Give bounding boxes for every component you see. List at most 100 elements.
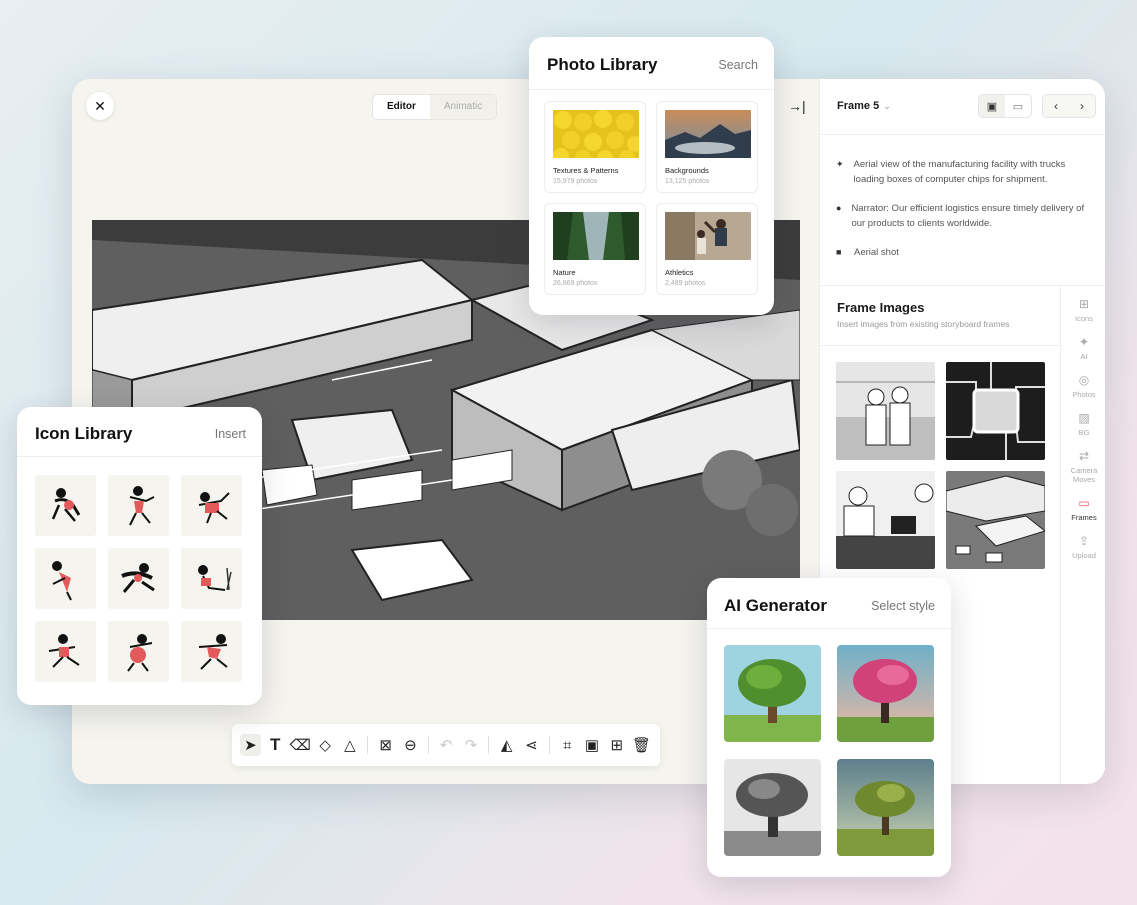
- text-icon[interactable]: T: [265, 734, 286, 756]
- sitting-person-icon[interactable]: [181, 548, 242, 609]
- ai-generator-title: AI Generator: [724, 596, 827, 615]
- sprinting-person-icon[interactable]: [108, 548, 169, 609]
- microphone-icon: ●: [836, 203, 842, 213]
- ai-generator-card: AI Generator Select style: [707, 578, 951, 877]
- photo-category-tile[interactable]: Nature 26,869 photos: [544, 203, 646, 295]
- athletics-thumbnail: [665, 212, 751, 260]
- ai-results-grid: [724, 645, 934, 856]
- note-camera[interactable]: ■ Aerial shot: [836, 245, 1094, 260]
- skew-icon[interactable]: ⋖: [521, 734, 542, 756]
- frame-image-thumbnail[interactable]: [946, 362, 1045, 460]
- skipping-person-icon[interactable]: [108, 621, 169, 682]
- flip-icon[interactable]: ◭: [496, 734, 517, 756]
- close-button[interactable]: ✕: [86, 92, 114, 120]
- photo-category-tile[interactable]: Textures & Patterns 15,979 photos: [544, 101, 646, 193]
- frame-header: Frame 5 ⌄ ▣ ▭ ‹ ›: [820, 79, 1105, 135]
- dancing-person-icon[interactable]: [108, 475, 169, 536]
- frame-selector[interactable]: Frame 5 ⌄: [837, 100, 891, 112]
- select-style-button[interactable]: Select style: [871, 599, 935, 613]
- next-frame-icon[interactable]: ›: [1069, 95, 1095, 117]
- divider: [820, 345, 1060, 346]
- insert-icon-button[interactable]: Insert: [215, 427, 246, 441]
- rail-label: Icons: [1075, 314, 1093, 323]
- rail-label: Upload: [1072, 551, 1096, 560]
- circuit-chip-sketch: [946, 362, 1045, 460]
- icon-library-card: Icon Library Insert: [17, 407, 262, 705]
- ai-result-image[interactable]: [837, 645, 934, 742]
- toolbar-divider: [427, 736, 429, 754]
- rail-photos[interactable]: ◎ Photos: [1061, 373, 1105, 399]
- category-name: Backgrounds: [665, 166, 709, 175]
- photo-search-button[interactable]: Search: [718, 58, 758, 72]
- frame-image-thumbnail[interactable]: [946, 471, 1045, 569]
- toolbar-divider: [548, 736, 550, 754]
- factory-aerial-sketch: [946, 471, 1045, 569]
- category-count: 2,489 photos: [665, 280, 706, 287]
- background-icon: ▨: [1078, 411, 1090, 425]
- photo-category-tile[interactable]: Athletics 2,489 photos: [656, 203, 758, 295]
- rail-label: AI: [1080, 352, 1088, 361]
- note-action[interactable]: ✦ Aerial view of the manufacturing facil…: [836, 157, 1094, 187]
- ai-result-image[interactable]: [837, 759, 934, 856]
- asset-rail: ⊞ Icons ✦ AI ◎ Photos ▨ BG ⇄ Camera Moves ▭ Fr…: [1060, 285, 1105, 784]
- previous-frame-icon[interactable]: ‹: [1043, 95, 1069, 117]
- upload-icon: ⇪: [1078, 534, 1090, 548]
- frame-image-thumbnail[interactable]: [836, 362, 935, 460]
- frames-icon: ▭: [1078, 496, 1090, 510]
- ai-result-image[interactable]: [724, 645, 821, 742]
- eraser-icon[interactable]: ⌫: [290, 734, 311, 756]
- fill-icon[interactable]: ◇: [315, 734, 336, 756]
- rail-ai[interactable]: ✦ AI: [1061, 335, 1105, 361]
- undo-icon[interactable]: ↶: [436, 734, 457, 756]
- falling-person-icon[interactable]: [181, 475, 242, 536]
- image-icon[interactable]: ▣: [582, 734, 603, 756]
- crop-icon[interactable]: ⌗: [557, 734, 578, 756]
- running-person-icon[interactable]: [35, 475, 96, 536]
- image-view-icon[interactable]: ▣: [979, 95, 1005, 117]
- camera-outline-icon: ◎: [1078, 373, 1090, 387]
- rail-frames[interactable]: ▭ Frames: [1061, 496, 1105, 522]
- pointer-icon[interactable]: ➤: [240, 734, 261, 756]
- toolbar-divider: [488, 736, 490, 754]
- merge-icon[interactable]: ⊖: [400, 734, 421, 756]
- rail-label: BG: [1078, 428, 1090, 437]
- photo-category-tile[interactable]: Backgrounds 13,125 photos: [656, 101, 758, 193]
- shapes-icon[interactable]: △: [340, 734, 361, 756]
- note-dialogue[interactable]: ● Narrator: Our efficient logistics ensu…: [836, 201, 1094, 231]
- divider: [529, 89, 774, 90]
- category-name: Nature: [553, 268, 576, 277]
- rushing-person-icon[interactable]: [181, 621, 242, 682]
- frame-images-subtitle: Insert images from existing storyboard f…: [837, 319, 1010, 329]
- rail-upload[interactable]: ⇪ Upload: [1061, 534, 1105, 560]
- category-name: Athletics: [665, 268, 694, 277]
- note-dialogue-text: Narrator: Our efficient logistics ensure…: [851, 203, 1085, 229]
- frame-image-thumbnail[interactable]: [836, 471, 935, 569]
- category-name: Textures & Patterns: [553, 166, 619, 175]
- tab-animatic[interactable]: Animatic: [429, 95, 497, 119]
- remove-background-icon[interactable]: ⊠: [375, 734, 396, 756]
- toolbar-divider: [367, 736, 369, 754]
- photo-library-card: Photo Library Search Textures & Patterns…: [529, 37, 774, 315]
- trash-icon[interactable]: 🗑: [631, 734, 652, 756]
- divider: [17, 456, 262, 457]
- jogging-person-icon[interactable]: [35, 621, 96, 682]
- rail-icons[interactable]: ⊞ Icons: [1061, 297, 1105, 323]
- camera-icon: ■: [836, 247, 842, 257]
- collapse-panel-icon[interactable]: →|: [788, 98, 806, 114]
- note-action-text: Aerial view of the manufacturing facilit…: [853, 159, 1066, 185]
- note-camera-text: Aerial shot: [854, 247, 899, 258]
- rail-camera-moves[interactable]: ⇄ Camera Moves: [1061, 449, 1105, 484]
- redo-icon[interactable]: ↷: [461, 734, 482, 756]
- tab-editor[interactable]: Editor: [373, 95, 430, 119]
- frame-images-title: Frame Images: [837, 300, 925, 315]
- comment-icon[interactable]: ▭: [1005, 95, 1031, 117]
- rail-bg[interactable]: ▨ BG: [1061, 411, 1105, 437]
- category-count: 15,979 photos: [553, 178, 598, 185]
- ai-result-image[interactable]: [724, 759, 821, 856]
- leaping-person-icon[interactable]: [35, 548, 96, 609]
- camera-moves-icon: ⇄: [1078, 449, 1090, 463]
- frame-title-label: Frame 5: [837, 100, 880, 112]
- add-layer-icon[interactable]: ⊞: [606, 734, 627, 756]
- mode-switch: Editor Animatic: [372, 94, 498, 120]
- view-toggle: ▣ ▭: [978, 94, 1032, 118]
